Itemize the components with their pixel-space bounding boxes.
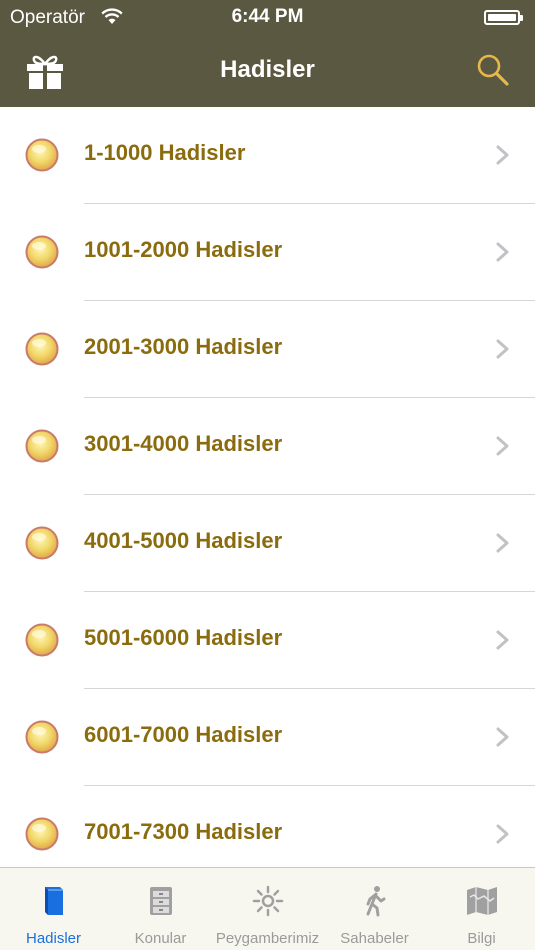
status-time: 6:44 PM — [231, 6, 304, 27]
list-item[interactable]: 2001-3000 Hadisler — [0, 301, 535, 398]
map-icon — [464, 883, 500, 919]
list-item[interactable]: 5001-6000 Hadisler — [0, 592, 535, 689]
page-title: Hadisler — [220, 56, 315, 83]
status-bar: Operatör 6:44 PM — [0, 0, 535, 36]
book-icon — [36, 883, 72, 919]
list-item[interactable]: 1-1000 Hadisler — [0, 107, 535, 204]
tab-label: Konular — [134, 930, 187, 947]
search-icon[interactable] — [476, 53, 510, 87]
list-item-label: 1001-2000 Hadisler — [84, 237, 283, 262]
bullet-icon — [25, 526, 59, 560]
tab-hadisler[interactable]: Hadisler — [0, 868, 107, 951]
tab-label: Peygamberimiz — [215, 930, 320, 947]
list-item-label: 2001-3000 Hadisler — [84, 334, 283, 359]
chevron-right-icon — [496, 727, 509, 747]
bullet-icon — [25, 429, 59, 463]
walker-icon — [357, 883, 393, 919]
navigation-header: Operatör 6:44 PM Hadisler — [0, 0, 535, 107]
tab-bar: Hadisler Konular Peygamberimiz Sahabeler Bil… — [0, 867, 535, 950]
chevron-right-icon — [496, 339, 509, 359]
list-item-label: 3001-4000 Hadisler — [84, 431, 283, 456]
chevron-right-icon — [496, 533, 509, 553]
bullet-icon — [25, 235, 59, 269]
list-item[interactable]: 1001-2000 Hadisler — [0, 204, 535, 301]
list-item[interactable]: 6001-7000 Hadisler — [0, 689, 535, 786]
tab-bilgi[interactable]: Bilgi — [428, 868, 535, 951]
list-item-label: 5001-6000 Hadisler — [84, 625, 283, 650]
list-item-label: 1-1000 Hadisler — [84, 140, 246, 165]
list-item-label: 7001-7300 Hadisler — [84, 819, 283, 844]
tab-label: Hadisler — [25, 930, 82, 947]
bullet-icon — [25, 817, 59, 851]
bullet-icon — [25, 720, 59, 754]
tab-konular[interactable]: Konular — [107, 868, 214, 951]
bullet-icon — [25, 138, 59, 172]
chevron-right-icon — [496, 145, 509, 165]
cabinet-icon — [143, 883, 179, 919]
list-item[interactable]: 3001-4000 Hadisler — [0, 398, 535, 495]
chevron-right-icon — [496, 630, 509, 650]
hadith-range-list: 1-1000 Hadisler 1001-2000 Hadisler 2001-30… — [0, 107, 535, 883]
tab-label: Bilgi — [467, 930, 496, 947]
tab-peygamberimiz[interactable]: Peygamberimiz — [214, 868, 321, 951]
sun-icon — [250, 883, 286, 919]
list-item-label: 4001-5000 Hadisler — [84, 528, 283, 553]
bullet-icon — [25, 332, 59, 366]
bullet-icon — [25, 623, 59, 657]
chevron-right-icon — [496, 824, 509, 844]
tab-sahabeler[interactable]: Sahabeler — [321, 868, 428, 951]
chevron-right-icon — [496, 242, 509, 262]
list-item[interactable]: 4001-5000 Hadisler — [0, 495, 535, 592]
chevron-right-icon — [496, 436, 509, 456]
tab-label: Sahabeler — [340, 930, 409, 947]
list-item-label: 6001-7000 Hadisler — [84, 722, 283, 747]
battery-icon — [484, 10, 523, 25]
